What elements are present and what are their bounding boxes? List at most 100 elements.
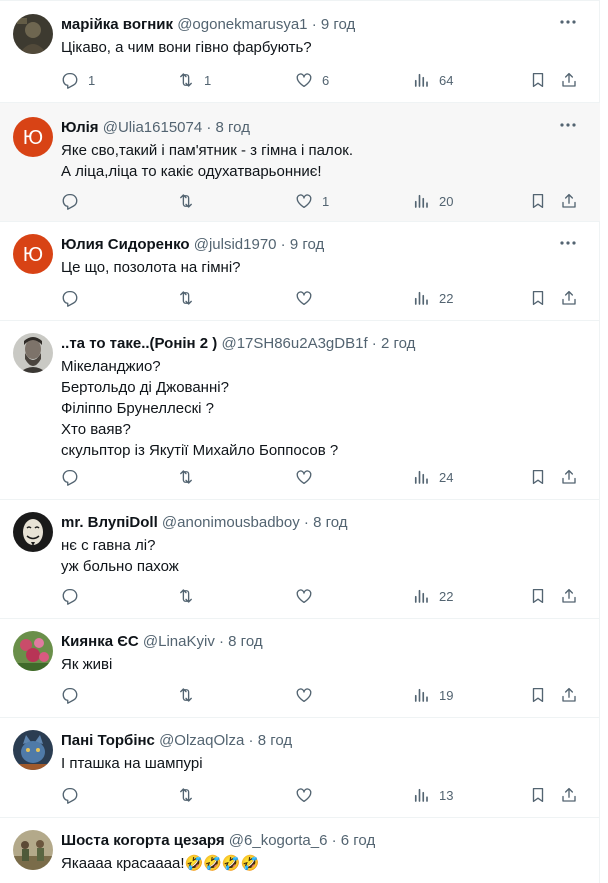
post-text: Мікеланджио? Бертольдо ді Джованні? Філі… xyxy=(61,356,338,461)
author-handle[interactable]: @anonimousbadboy xyxy=(162,514,300,531)
share-button[interactable] xyxy=(560,288,578,308)
author-name[interactable]: Киянка ЄС xyxy=(61,633,139,650)
share-button[interactable] xyxy=(560,586,578,606)
author-name[interactable]: марійка вогник xyxy=(61,16,173,33)
post-time[interactable]: 6 год xyxy=(341,832,375,849)
views-button[interactable]: 13 xyxy=(412,785,453,805)
reply-post[interactable]: Пані Торбінс @OlzaqOlza · 8 год І пташка… xyxy=(0,718,600,818)
retweet-button[interactable] xyxy=(177,288,195,308)
views-button[interactable]: 64 xyxy=(412,70,453,90)
avatar[interactable]: Ю xyxy=(13,234,53,274)
retweet-button[interactable]: 1 xyxy=(177,70,211,90)
reply-button[interactable] xyxy=(61,785,79,805)
post-time[interactable]: 8 год xyxy=(216,119,250,136)
views-button[interactable]: 20 xyxy=(412,191,453,211)
reply-button[interactable] xyxy=(61,467,79,487)
like-button[interactable] xyxy=(295,467,313,487)
retweet-button[interactable] xyxy=(177,191,204,211)
like-button[interactable] xyxy=(295,685,313,705)
share-button[interactable] xyxy=(560,785,578,805)
views-button[interactable]: 19 xyxy=(412,685,453,705)
views-button[interactable]: 22 xyxy=(412,586,453,606)
retweet-count: 1 xyxy=(204,72,212,88)
author-handle[interactable]: @OlzaqOlza xyxy=(159,732,244,749)
post-time[interactable]: 9 год xyxy=(290,236,324,253)
share-button[interactable] xyxy=(560,191,578,211)
author-handle[interactable]: @17SH86u2A3gDB1f xyxy=(221,335,367,352)
reply-button[interactable]: 1 xyxy=(61,70,95,90)
reply-post[interactable]: mr. ВлупіDoll @anonimousbadboy · 8 год н… xyxy=(0,500,600,619)
post-time[interactable]: 2 год xyxy=(381,335,415,352)
reply-post[interactable]: Ю Юлия Сидоренко @julsid1970 · 9 год Це … xyxy=(0,222,600,321)
avatar[interactable] xyxy=(13,512,53,552)
avatar[interactable] xyxy=(13,14,53,54)
avatar[interactable] xyxy=(13,730,53,770)
bookmark-button[interactable] xyxy=(529,785,547,805)
retweet-button[interactable] xyxy=(177,685,195,705)
views-count: 20 xyxy=(439,193,454,209)
retweet-icon xyxy=(180,73,192,87)
avatar[interactable] xyxy=(13,830,53,870)
bookmark-button[interactable] xyxy=(529,467,547,487)
bookmark-button[interactable] xyxy=(529,685,547,705)
reply-button[interactable] xyxy=(61,586,79,606)
author-name[interactable]: ..та то таке..(Ронін 2 ) xyxy=(61,335,217,352)
more-options-icon[interactable] xyxy=(558,12,578,32)
like-button[interactable]: 1 xyxy=(295,191,329,211)
author-handle[interactable]: @ogonekmarusya1 xyxy=(177,16,307,33)
retweet-icon xyxy=(180,194,192,208)
like-button[interactable] xyxy=(295,288,313,308)
post-time[interactable]: 8 год xyxy=(258,732,292,749)
like-button[interactable]: 6 xyxy=(295,70,329,90)
bookmark-button[interactable] xyxy=(529,586,547,606)
post-time[interactable]: 8 год xyxy=(228,633,262,650)
reply-button[interactable] xyxy=(61,685,79,705)
views-button[interactable]: 24 xyxy=(412,467,453,487)
reply-button[interactable] xyxy=(61,288,79,308)
reply-button[interactable] xyxy=(61,191,88,211)
retweet-button[interactable] xyxy=(177,785,195,805)
author-handle[interactable]: @Ulia1615074 xyxy=(103,119,202,136)
reply-post[interactable]: марійка вогник @ogonekmarusya1 · 9 год Ц… xyxy=(0,0,600,103)
post-text-line: Цікаво, а чим вони гівно фарбують? xyxy=(61,39,312,56)
retweet-button[interactable] xyxy=(177,467,195,487)
more-options-icon[interactable] xyxy=(558,115,578,135)
like-button[interactable] xyxy=(295,586,313,606)
author-name[interactable]: Юлия Сидоренко xyxy=(61,236,190,253)
share-button[interactable] xyxy=(560,70,578,90)
reply-post[interactable]: Шоста когорта цезаря @6_kogorta_6 · 6 го… xyxy=(0,818,600,883)
post-text-line: Як живі xyxy=(61,656,113,673)
author-name[interactable]: Шоста когорта цезаря xyxy=(61,832,225,849)
author-handle[interactable]: @LinaKyiv xyxy=(143,633,215,650)
more-options-icon[interactable] xyxy=(558,233,578,253)
author-name[interactable]: Пані Торбінс xyxy=(61,732,155,749)
reply-post[interactable]: Ю Юлія @Ulia1615074 · 8 год Яке сво,таки… xyxy=(0,103,600,222)
share-icon xyxy=(562,193,576,208)
separator-dot: · xyxy=(303,514,309,531)
post-header: марійка вогник @ogonekmarusya1 · 9 год xyxy=(61,15,355,35)
author-name[interactable]: Юлія xyxy=(61,119,99,136)
author-handle[interactable]: @6_kogorta_6 xyxy=(229,832,328,849)
reply-post[interactable]: Киянка ЄС @LinaKyiv · 8 год Як живі 19 xyxy=(0,619,600,718)
author-name[interactable]: mr. ВлупіDoll xyxy=(61,514,158,531)
retweet-icon xyxy=(180,291,192,305)
views-button[interactable]: 22 xyxy=(412,288,453,308)
share-button[interactable] xyxy=(560,467,578,487)
post-time[interactable]: 8 год xyxy=(313,514,347,531)
like-button[interactable] xyxy=(295,785,313,805)
share-button[interactable] xyxy=(560,685,578,705)
post-time[interactable]: 9 год xyxy=(321,16,355,33)
author-handle[interactable]: @julsid1970 xyxy=(194,236,277,253)
separator-dot: · xyxy=(331,832,337,849)
retweet-button[interactable] xyxy=(177,586,195,606)
bookmark-button[interactable] xyxy=(529,70,547,90)
reply-post[interactable]: ..та то таке..(Ронін 2 ) @17SH86u2A3gDB1… xyxy=(0,321,600,500)
avatar[interactable]: Ю xyxy=(13,117,53,157)
bookmark-button[interactable] xyxy=(529,288,547,308)
share-icon xyxy=(562,72,576,87)
avatar[interactable] xyxy=(13,333,53,373)
avatar[interactable] xyxy=(13,631,53,671)
heart-icon xyxy=(296,73,312,88)
share-icon xyxy=(562,588,576,603)
bookmark-button[interactable] xyxy=(529,191,547,211)
